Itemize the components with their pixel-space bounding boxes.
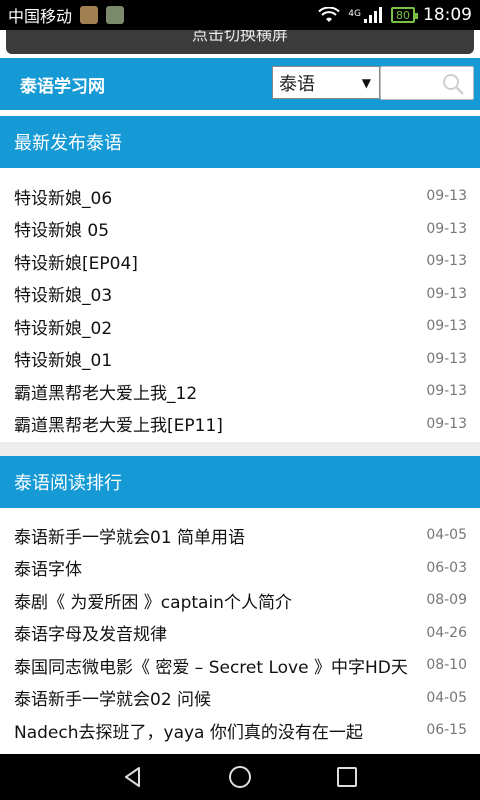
home-circle-icon bbox=[228, 766, 251, 788]
list-item[interactable]: 泰国同志微电影《 密爱 – Secret Love 》中字HD天 08-10 bbox=[0, 649, 480, 682]
item-title: 泰语新手一学就会01 简单用语 bbox=[14, 527, 246, 548]
item-date: 04-26 bbox=[426, 624, 467, 641]
list-item[interactable]: 泰语新手一学就会01 简单用语 04-05 bbox=[0, 519, 480, 552]
list-item[interactable]: 特设新娘_06 09-13 bbox=[0, 180, 480, 213]
home-button[interactable] bbox=[220, 757, 260, 797]
status-bar: 中国移动 4G 80 18:09 bbox=[0, 0, 480, 30]
item-title: 泰剧《 为爱所困 》captain个人简介 bbox=[14, 592, 292, 613]
item-date: 06-15 bbox=[426, 722, 467, 739]
list-item[interactable]: 泰剧《 为爱所困 》captain个人简介 08-09 bbox=[0, 584, 480, 617]
item-title: 霸道黑帮老大爱上我[EP11] bbox=[14, 416, 223, 437]
item-title: Nadech去探班了，yaya 你们真的没有在一起 bbox=[14, 722, 363, 743]
recents-square-icon bbox=[336, 767, 357, 787]
recents-button[interactable] bbox=[327, 757, 367, 797]
item-title: 特设新娘_01 bbox=[14, 351, 113, 372]
battery-level: 80 bbox=[396, 8, 410, 22]
item-date: 08-10 bbox=[426, 657, 467, 674]
item-title: 特设新娘_06 bbox=[14, 188, 113, 209]
item-title: 特设新娘_03 bbox=[14, 286, 113, 307]
clock: 18:09 bbox=[423, 5, 472, 25]
latest-list: 特设新娘_06 09-13 特设新娘 05 09-13 特设新娘[EP04] 09-1… bbox=[0, 180, 480, 440]
list-item[interactable]: 泰语字母及发音规律 04-26 bbox=[0, 617, 480, 650]
section-header-latest: 最新发布泰语 bbox=[0, 116, 480, 168]
list-item[interactable]: 泰语新手一学就会02 问候 04-05 bbox=[0, 682, 480, 715]
section-divider bbox=[0, 442, 480, 456]
item-title: 特设新娘 05 bbox=[14, 221, 110, 242]
item-date: 04-05 bbox=[426, 689, 467, 706]
item-date: 09-13 bbox=[426, 318, 467, 335]
item-title: 泰语新手一学就会02 问候 bbox=[14, 690, 212, 711]
item-date: 09-13 bbox=[426, 253, 467, 270]
network-type: 4G bbox=[348, 9, 361, 19]
signal-icon bbox=[364, 7, 382, 23]
ranking-list: 泰语新手一学就会01 简单用语 04-05 泰语字体 06-03 泰剧《 为爱所困 … bbox=[0, 519, 480, 747]
item-date: 09-13 bbox=[426, 350, 467, 367]
list-item[interactable]: 霸道黑帮老大爱上我_12 09-13 bbox=[0, 375, 480, 408]
item-date: 09-13 bbox=[426, 383, 467, 400]
list-item[interactable]: 泰语字体 06-03 bbox=[0, 552, 480, 585]
back-triangle-icon bbox=[125, 767, 141, 787]
item-title: 泰语字体 bbox=[14, 560, 82, 581]
item-title: 特设新娘[EP04] bbox=[14, 253, 138, 274]
list-item[interactable]: 特设新娘_02 09-13 bbox=[0, 310, 480, 343]
item-title: 泰国同志微电影《 密爱 – Secret Love 》中字HD天 bbox=[14, 657, 408, 678]
list-item[interactable]: 特设新娘_01 09-13 bbox=[0, 343, 480, 376]
navigation-bar bbox=[0, 754, 480, 800]
search-input[interactable] bbox=[380, 66, 474, 100]
back-button[interactable] bbox=[113, 757, 153, 797]
list-item[interactable]: 特设新娘 05 09-13 bbox=[0, 213, 480, 246]
item-date: 09-13 bbox=[426, 285, 467, 302]
item-date: 09-13 bbox=[426, 188, 467, 205]
app-notification-icon bbox=[80, 6, 99, 24]
list-item[interactable]: 霸道黑帮老大爱上我[EP11] 09-13 bbox=[0, 408, 480, 441]
language-select-value: 泰语 bbox=[279, 73, 315, 95]
site-title[interactable]: 泰语学习网 bbox=[20, 72, 105, 97]
landscape-strip: 点击切换横屏 bbox=[0, 30, 480, 58]
image-notification-icon bbox=[106, 6, 125, 24]
app-header: 泰语学习网 泰语 ▼ bbox=[0, 58, 480, 110]
search-icon[interactable] bbox=[441, 72, 465, 96]
language-select[interactable]: 泰语 ▼ bbox=[272, 66, 380, 99]
item-title: 特设新娘_02 bbox=[14, 318, 113, 339]
battery-icon: 80 bbox=[391, 7, 418, 23]
list-item[interactable]: Nadech去探班了，yaya 你们真的没有在一起 06-15 bbox=[0, 714, 480, 747]
wifi-icon bbox=[318, 7, 340, 22]
item-date: 08-09 bbox=[426, 592, 467, 609]
item-title: 泰语字母及发音规律 bbox=[14, 625, 167, 646]
item-date: 06-03 bbox=[426, 559, 467, 576]
list-item[interactable]: 特设新娘_03 09-13 bbox=[0, 278, 480, 311]
carrier-name: 中国移动 bbox=[8, 7, 73, 26]
item-title: 霸道黑帮老大爱上我_12 bbox=[14, 383, 198, 404]
item-date: 09-13 bbox=[426, 415, 467, 432]
item-date: 09-13 bbox=[426, 220, 467, 237]
list-item[interactable]: 特设新娘[EP04] 09-13 bbox=[0, 245, 480, 278]
item-date: 04-05 bbox=[426, 527, 467, 544]
section-header-ranking: 泰语阅读排行 bbox=[0, 456, 480, 508]
dropdown-arrow-icon: ▼ bbox=[361, 76, 371, 90]
switch-landscape-button[interactable]: 点击切换横屏 bbox=[6, 30, 474, 54]
